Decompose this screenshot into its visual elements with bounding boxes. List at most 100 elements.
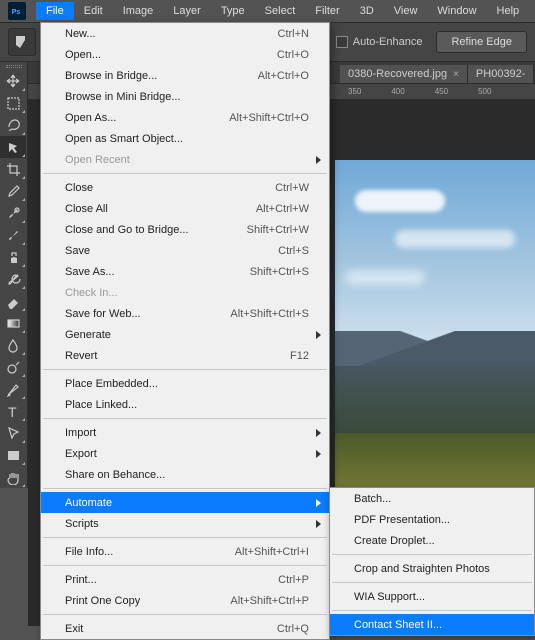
file-menu-separator	[43, 537, 327, 538]
file-menu-item-save-as[interactable]: Save As...Shift+Ctrl+S	[41, 261, 329, 282]
tool-type[interactable]: T	[0, 400, 26, 422]
tab-label: 0380-Recovered.jpg	[348, 68, 447, 80]
tool-brush[interactable]	[0, 224, 26, 246]
file-menu-item-print[interactable]: Print...Ctrl+P	[41, 569, 329, 590]
file-menu-item-exit[interactable]: ExitCtrl+Q	[41, 618, 329, 639]
menu-item-label: Scripts	[65, 518, 309, 530]
menu-item-shortcut: Ctrl+P	[278, 574, 309, 586]
document-tab[interactable]: 0380-Recovered.jpg ×	[340, 65, 468, 83]
tool-dodge[interactable]	[0, 356, 26, 378]
tool-rectangle[interactable]	[0, 444, 26, 466]
file-menu-item-browse-in-bridge[interactable]: Browse in Bridge...Alt+Ctrl+O	[41, 65, 329, 86]
automate-item-contact-sheet-ii[interactable]: Contact Sheet II...	[330, 614, 534, 635]
menu-type[interactable]: Type	[211, 2, 255, 20]
file-menu-item-save[interactable]: SaveCtrl+S	[41, 240, 329, 261]
menu-item-label: Place Embedded...	[65, 378, 309, 390]
menu-item-label: Place Linked...	[65, 399, 309, 411]
menu-item-label: Share on Behance...	[65, 469, 309, 481]
file-menu-item-place-embedded[interactable]: Place Embedded...	[41, 373, 329, 394]
tool-eraser[interactable]	[0, 290, 26, 312]
menu-item-label: Import	[65, 427, 309, 439]
tool-hand[interactable]	[0, 466, 26, 488]
automate-item-crop-and-straighten-photos[interactable]: Crop and Straighten Photos	[330, 558, 534, 579]
menu-item-label: Browse in Mini Bridge...	[65, 91, 309, 103]
menu-bar: Ps FileEditImageLayerTypeSelectFilter3DV…	[0, 0, 535, 22]
tool-path-select[interactable]	[0, 422, 26, 444]
tool-crop[interactable]	[0, 158, 26, 180]
file-menu-item-place-linked[interactable]: Place Linked...	[41, 394, 329, 415]
menu-item-label: Batch...	[354, 493, 514, 505]
menu-filter[interactable]: Filter	[305, 2, 349, 20]
file-menu-item-open[interactable]: Open...Ctrl+O	[41, 44, 329, 65]
file-menu-separator	[43, 418, 327, 419]
menu-item-shortcut: Alt+Shift+Ctrl+O	[229, 112, 309, 124]
automate-separator	[332, 582, 532, 583]
menu-item-shortcut: Ctrl+N	[278, 28, 309, 40]
tool-move[interactable]	[0, 70, 26, 92]
file-menu-item-share-on-behance[interactable]: Share on Behance...	[41, 464, 329, 485]
menu-item-label: Open Recent	[65, 154, 309, 166]
file-menu-item-automate[interactable]: Automate	[41, 492, 329, 513]
tool-preset-picker[interactable]	[8, 28, 36, 56]
menu-layer[interactable]: Layer	[163, 2, 211, 20]
tool-quick-select[interactable]	[0, 136, 26, 158]
menu-item-shortcut: Ctrl+W	[275, 182, 309, 194]
automate-submenu: Batch... PDF Presentation...Create Drople…	[329, 487, 535, 636]
file-menu-item-open-as[interactable]: Open As...Alt+Shift+Ctrl+O	[41, 107, 329, 128]
menu-item-label: New...	[65, 28, 278, 40]
file-menu-item-revert[interactable]: RevertF12	[41, 345, 329, 366]
menu-item-shortcut: Shift+Ctrl+S	[250, 266, 309, 278]
menu-edit[interactable]: Edit	[74, 2, 113, 20]
menu-image[interactable]: Image	[113, 2, 164, 20]
menu-window[interactable]: Window	[427, 2, 486, 20]
file-menu-item-browse-in-mini-bridge[interactable]: Browse in Mini Bridge...	[41, 86, 329, 107]
file-menu-item-close-all[interactable]: Close AllAlt+Ctrl+W	[41, 198, 329, 219]
automate-item-create-droplet[interactable]: Create Droplet...	[330, 530, 534, 551]
menu-help[interactable]: Help	[487, 2, 530, 20]
automate-item-wia-support[interactable]: WIA Support...	[330, 586, 534, 607]
menu-item-label: Exit	[65, 623, 277, 635]
submenu-arrow-icon	[316, 429, 321, 437]
menu-file[interactable]: File	[36, 2, 74, 20]
file-menu-item-close-and-go-to-bridge[interactable]: Close and Go to Bridge...Shift+Ctrl+W	[41, 219, 329, 240]
tool-gradient[interactable]	[0, 312, 26, 334]
file-menu-item-file-info[interactable]: File Info...Alt+Shift+Ctrl+I	[41, 541, 329, 562]
tool-lasso[interactable]	[0, 114, 26, 136]
menu-item-shortcut: Alt+Ctrl+O	[258, 70, 309, 82]
menu-view[interactable]: View	[384, 2, 428, 20]
file-menu-separator	[43, 369, 327, 370]
automate-item-pdf-presentation[interactable]: PDF Presentation...	[330, 509, 534, 530]
panel-grip-icon[interactable]	[0, 62, 27, 70]
automate-item-batch[interactable]: Batch...	[330, 488, 534, 509]
file-menu-item-print-one-copy[interactable]: Print One CopyAlt+Shift+Ctrl+P	[41, 590, 329, 611]
auto-enhance-checkbox[interactable]: Auto-Enhance	[336, 36, 423, 48]
close-icon[interactable]: ×	[453, 69, 459, 80]
menu-item-shortcut: Alt+Shift+Ctrl+P	[230, 595, 309, 607]
file-menu-item-close[interactable]: CloseCtrl+W	[41, 177, 329, 198]
tool-history-brush[interactable]	[0, 268, 26, 290]
tool-blur[interactable]	[0, 334, 26, 356]
tool-marquee[interactable]	[0, 92, 26, 114]
menu-item-label: Close	[65, 182, 275, 194]
file-menu-item-generate[interactable]: Generate	[41, 324, 329, 345]
tool-clone[interactable]	[0, 246, 26, 268]
file-menu-item-open-as-smart-object[interactable]: Open as Smart Object...	[41, 128, 329, 149]
menu-item-label: File Info...	[65, 546, 235, 558]
refine-edge-button[interactable]: Refine Edge	[436, 31, 527, 53]
file-menu-item-export[interactable]: Export	[41, 443, 329, 464]
tool-pen[interactable]	[0, 378, 26, 400]
file-menu-item-new[interactable]: New...Ctrl+N	[41, 23, 329, 44]
file-menu-item-import[interactable]: Import	[41, 422, 329, 443]
file-menu-item-save-for-web[interactable]: Save for Web...Alt+Shift+Ctrl+S	[41, 303, 329, 324]
svg-text:Ps: Ps	[12, 9, 21, 16]
menu-item-label: WIA Support...	[354, 591, 514, 603]
document-tab[interactable]: PH00392-	[468, 65, 535, 83]
menu-item-label: Close All	[65, 203, 256, 215]
menu-3d[interactable]: 3D	[350, 2, 384, 20]
tool-spot-heal[interactable]	[0, 202, 26, 224]
file-menu-dropdown: New...Ctrl+NOpen...Ctrl+OBrowse in Bridg…	[40, 22, 330, 640]
menu-select[interactable]: Select	[255, 2, 306, 20]
file-menu-item-scripts[interactable]: Scripts	[41, 513, 329, 534]
tool-eyedropper[interactable]	[0, 180, 26, 202]
menu-item-shortcut: Ctrl+S	[278, 245, 309, 257]
